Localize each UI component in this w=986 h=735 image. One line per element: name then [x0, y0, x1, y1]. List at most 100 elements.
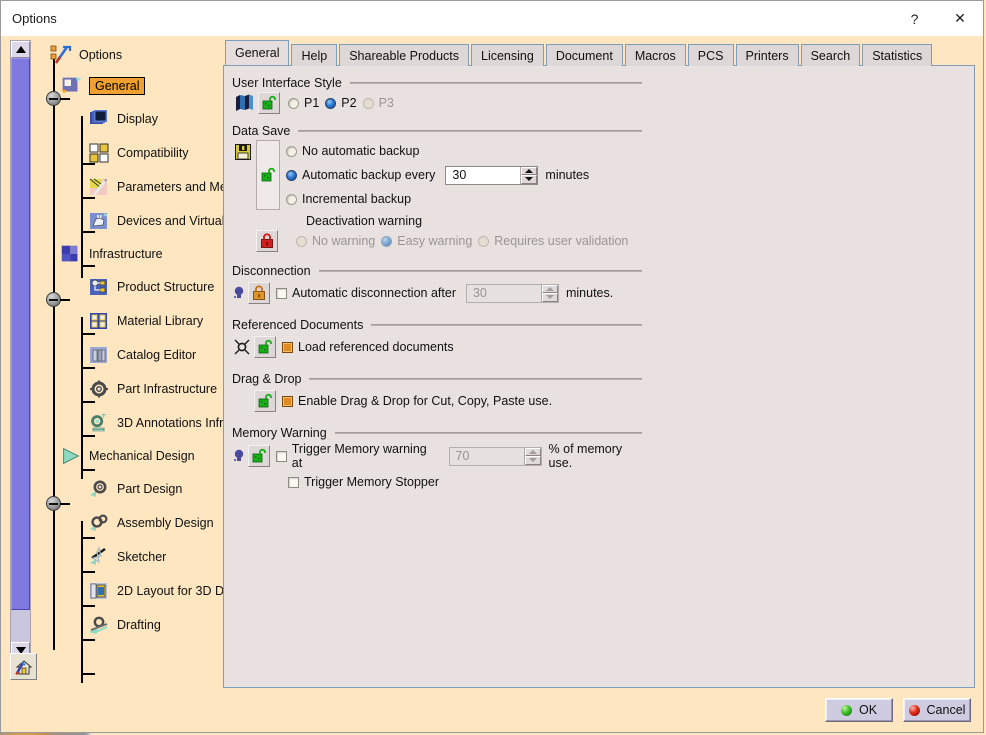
- tree-node-display[interactable]: Display: [31, 102, 223, 136]
- group-user-interface-style: User Interface Style P1 P2 P3: [230, 76, 648, 114]
- tree-label-2d-layout-for-3d-design: 2D Layout for 3D Design: [117, 584, 223, 598]
- backup-interval-value[interactable]: 30: [446, 166, 521, 184]
- lock-button-referenced-documents[interactable]: [254, 336, 276, 358]
- tree-node-compatibility[interactable]: Compatibility: [31, 136, 223, 170]
- radio-p1[interactable]: P1: [288, 96, 319, 110]
- compatibility-icon: [87, 141, 111, 165]
- tab-shareable-products[interactable]: Shareable Products: [339, 44, 469, 66]
- checkbox-enable-drag-drop[interactable]: Enable Drag & Drop for Cut, Copy, Paste …: [282, 394, 552, 408]
- tree-vertical-scrollbar[interactable]: [10, 40, 31, 660]
- tree-label-devices-and-virtual-reality: Devices and Virtual Reality: [117, 214, 223, 228]
- checkbox-indicator: [282, 341, 293, 353]
- checkbox-label: Automatic disconnection after: [292, 286, 456, 300]
- ok-ball-icon: [840, 704, 852, 716]
- lock-button-deactivation-warning[interactable]: [256, 230, 278, 252]
- tree-node-catalog-editor[interactable]: Catalog Editor: [31, 338, 223, 372]
- tab-document[interactable]: Document: [545, 44, 623, 66]
- row-incremental-backup: Incremental backup: [286, 188, 648, 210]
- close-icon[interactable]: ✕: [937, 1, 983, 36]
- sketcher-icon: [87, 545, 111, 569]
- tree-label-part-infrastructure: Part Infrastructure: [117, 382, 218, 396]
- tab-statistics[interactable]: Statistics: [862, 44, 933, 66]
- help-button[interactable]: ?: [892, 1, 937, 36]
- checkbox-trigger-memory-stopper[interactable]: Trigger Memory Stopper: [288, 475, 439, 489]
- tree-node-2d-layout-for-3d-design[interactable]: 2D Layout for 3D Design: [31, 574, 223, 608]
- row-no-automatic-backup: No automatic backup: [286, 140, 648, 162]
- dialog-title: Options: [12, 11, 57, 26]
- checkbox-trigger-memory-warning[interactable]: Trigger Memory warning at: [275, 442, 439, 470]
- backup-interval-unit: minutes: [545, 168, 590, 182]
- group-referenced-documents: Referenced Documents Load referenced doc…: [230, 318, 648, 360]
- tree-node-parameters-and-measure[interactable]: Parameters and Measure: [31, 170, 223, 204]
- tree-label-3d-annotations-infrastructure: 3D Annotations Infrastructure: [117, 416, 223, 430]
- tab-search[interactable]: Search: [800, 44, 861, 66]
- cancel-ball-icon: [908, 704, 920, 716]
- stepper-up-icon[interactable]: [521, 166, 538, 175]
- dialog-footer: OK Cancel: [1, 688, 983, 732]
- group-rule: [309, 378, 642, 380]
- ok-button-label: OK: [858, 703, 878, 717]
- stepper-buttons[interactable]: [520, 166, 538, 184]
- radio-label: Incremental backup: [302, 192, 412, 206]
- radio-automatic-backup-every[interactable]: Automatic backup every: [286, 168, 435, 182]
- tab-general[interactable]: General: [225, 40, 290, 65]
- tree-node-assembly-design[interactable]: Assembly Design: [31, 506, 223, 540]
- tree-node-3d-annotations-infrastructure[interactable]: 3D Annotations Infrastructure: [31, 406, 223, 440]
- radio-no-automatic-backup[interactable]: No automatic backup: [286, 144, 419, 158]
- row-enable-drag-drop: Enable Drag & Drop for Cut, Copy, Paste …: [230, 388, 648, 414]
- row-trigger-memory-stopper: Trigger Memory Stopper: [230, 470, 648, 494]
- tree-node-part-infrastructure[interactable]: Part Infrastructure: [31, 372, 223, 406]
- tree-node-drafting[interactable]: Drafting: [31, 608, 223, 642]
- cancel-button-label: Cancel: [926, 703, 966, 717]
- lock-button-disconnection[interactable]: [248, 282, 270, 304]
- lock-button-memory-warning[interactable]: [248, 445, 270, 467]
- checkbox-load-referenced-documents[interactable]: Load referenced documents: [282, 340, 454, 354]
- scroll-up-arrow-icon[interactable]: [11, 41, 30, 58]
- radio-label: Requires user validation: [494, 234, 629, 248]
- material-library-icon: [87, 309, 111, 333]
- lock-button-drag-drop[interactable]: [254, 390, 276, 412]
- radio-incremental-backup[interactable]: Incremental backup: [286, 192, 411, 206]
- tree-node-root[interactable]: Options: [31, 40, 223, 70]
- lock-button-ui-style[interactable]: [258, 92, 280, 114]
- tab-licensing[interactable]: Licensing: [471, 44, 544, 66]
- cancel-button[interactable]: Cancel: [903, 698, 971, 722]
- stepper-up-icon: [541, 284, 558, 293]
- tree-node-devices-and-virtual-reality[interactable]: Devices and Virtual Reality: [31, 204, 223, 238]
- tree-label-display: Display: [117, 112, 158, 126]
- group-label: Referenced Documents: [232, 318, 364, 332]
- lock-button-data-save[interactable]: [256, 140, 280, 210]
- tree-label-part-design: Part Design: [117, 482, 183, 496]
- tree-label-infrastructure: Infrastructure: [89, 247, 163, 261]
- tree-node-material-library[interactable]: Material Library: [31, 304, 223, 338]
- tab-printers[interactable]: Printers: [735, 44, 799, 66]
- tab-pcs[interactable]: PCS: [687, 44, 734, 66]
- tab-macros[interactable]: Macros: [624, 44, 686, 66]
- books-icon: [232, 93, 258, 113]
- tree-node-product-structure[interactable]: Product Structure: [31, 270, 223, 304]
- tree-node-part-design[interactable]: Part Design: [31, 472, 223, 506]
- tab-help[interactable]: Help: [291, 44, 338, 66]
- stepper-down-icon[interactable]: [521, 175, 538, 184]
- ok-button[interactable]: OK: [825, 698, 893, 722]
- radio-p2[interactable]: P2: [325, 96, 357, 110]
- parameters-and-measure-icon: [87, 175, 111, 199]
- tree-label-sketcher: Sketcher: [117, 550, 167, 564]
- radio-label: No automatic backup: [302, 144, 420, 158]
- scrollbar-track[interactable]: [11, 58, 30, 642]
- scrollbar-thumb[interactable]: [11, 58, 30, 610]
- radio-p1-label: P1: [304, 96, 320, 110]
- radio-indicator: [286, 145, 297, 157]
- checkbox-automatic-disconnection[interactable]: Automatic disconnection after: [276, 286, 456, 300]
- radio-p3-indicator: [362, 97, 374, 109]
- tree-node-general[interactable]: General: [31, 70, 223, 102]
- radio-easy-warning: Easy warning: [381, 234, 472, 248]
- tree-node-mechanical-design[interactable]: Mechanical Design: [31, 440, 223, 472]
- options-tree[interactable]: Options General Display Compatibility Pa…: [31, 36, 223, 688]
- locked-orange-icon: [253, 285, 265, 300]
- tree-node-sketcher[interactable]: Sketcher: [31, 540, 223, 574]
- target-marker-icon: [230, 338, 254, 356]
- backup-interval-stepper[interactable]: 30: [445, 165, 539, 185]
- tree-label-catalog-editor: Catalog Editor: [117, 348, 197, 362]
- tree-node-infrastructure[interactable]: Infrastructure: [31, 238, 223, 270]
